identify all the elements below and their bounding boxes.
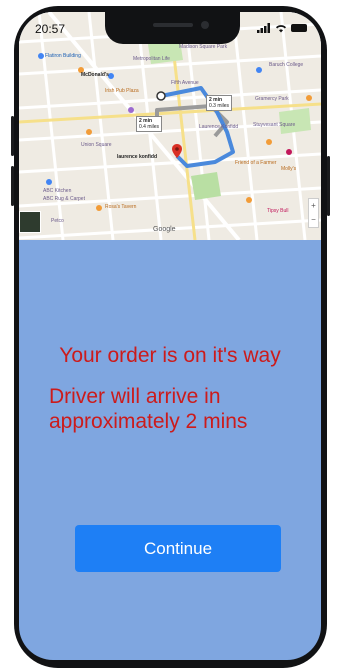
order-status-headline: Your order is on it's way bbox=[59, 344, 281, 367]
continue-button[interactable]: Continue bbox=[75, 525, 281, 572]
destination-label: laurence konfidd bbox=[117, 154, 158, 160]
side-button bbox=[11, 166, 14, 206]
map-place: Flatiron Building bbox=[45, 53, 81, 59]
map-place: Petco bbox=[51, 218, 64, 224]
status-icons bbox=[257, 23, 307, 33]
status-time: 20:57 bbox=[35, 22, 66, 36]
battery-icon bbox=[291, 24, 307, 32]
map-place: Rosa's Tavern bbox=[105, 204, 137, 210]
map-place: Gramercy Park bbox=[255, 96, 289, 102]
map-place: Stuyvesant Square bbox=[253, 122, 296, 128]
wifi-icon bbox=[276, 25, 286, 33]
driver-arrival-message: Driver will arrive in approximately 2 mi… bbox=[49, 385, 248, 433]
map-place: Molly's bbox=[281, 166, 297, 172]
map-place: Baruch College bbox=[269, 62, 304, 68]
map-place: Irish Pub Plaza bbox=[105, 88, 139, 94]
route-map[interactable]: 2 min 0.3 miles 2 min 0.4 miles laurence… bbox=[19, 12, 321, 240]
signal-icon bbox=[257, 23, 270, 33]
power-button bbox=[327, 156, 330, 216]
zoom-in-button[interactable]: + bbox=[309, 199, 318, 213]
map-place: ABC Kitchen bbox=[43, 188, 72, 194]
location-pin-icon bbox=[172, 144, 182, 158]
map-place: Laurence Konfidd bbox=[199, 124, 239, 130]
side-button bbox=[11, 116, 14, 156]
map-street-view-thumbnail[interactable] bbox=[19, 211, 41, 233]
phone-notch bbox=[105, 12, 240, 44]
map-place: Union Square bbox=[81, 142, 112, 148]
speaker-grille bbox=[153, 23, 193, 27]
google-logo: Google bbox=[153, 226, 176, 233]
map-zoom-control[interactable]: + − bbox=[308, 198, 319, 228]
map-place: Metropolitan Life bbox=[133, 56, 170, 62]
route-duration-alt[interactable]: 2 min 0.4 miles bbox=[136, 116, 163, 132]
zoom-out-button[interactable]: − bbox=[309, 213, 318, 227]
map-place: Madison Square Park bbox=[179, 44, 228, 50]
map-place: Friend of a Farmer bbox=[235, 160, 277, 166]
front-camera bbox=[201, 21, 209, 29]
map-place: Fifth Avenue bbox=[171, 80, 199, 86]
route-duration-primary[interactable]: 2 min 0.3 miles bbox=[206, 95, 233, 111]
map-place: McDonald's bbox=[81, 72, 109, 78]
map-place: Tipsy Bull bbox=[267, 208, 289, 214]
route-distance-primary: 0.3 miles bbox=[209, 103, 230, 109]
phone-screen: 2 min 0.3 miles 2 min 0.4 miles laurence… bbox=[19, 12, 321, 660]
map-place: ABC Rug & Carpet bbox=[43, 196, 85, 202]
route-distance-alt: 0.4 miles bbox=[139, 124, 160, 130]
